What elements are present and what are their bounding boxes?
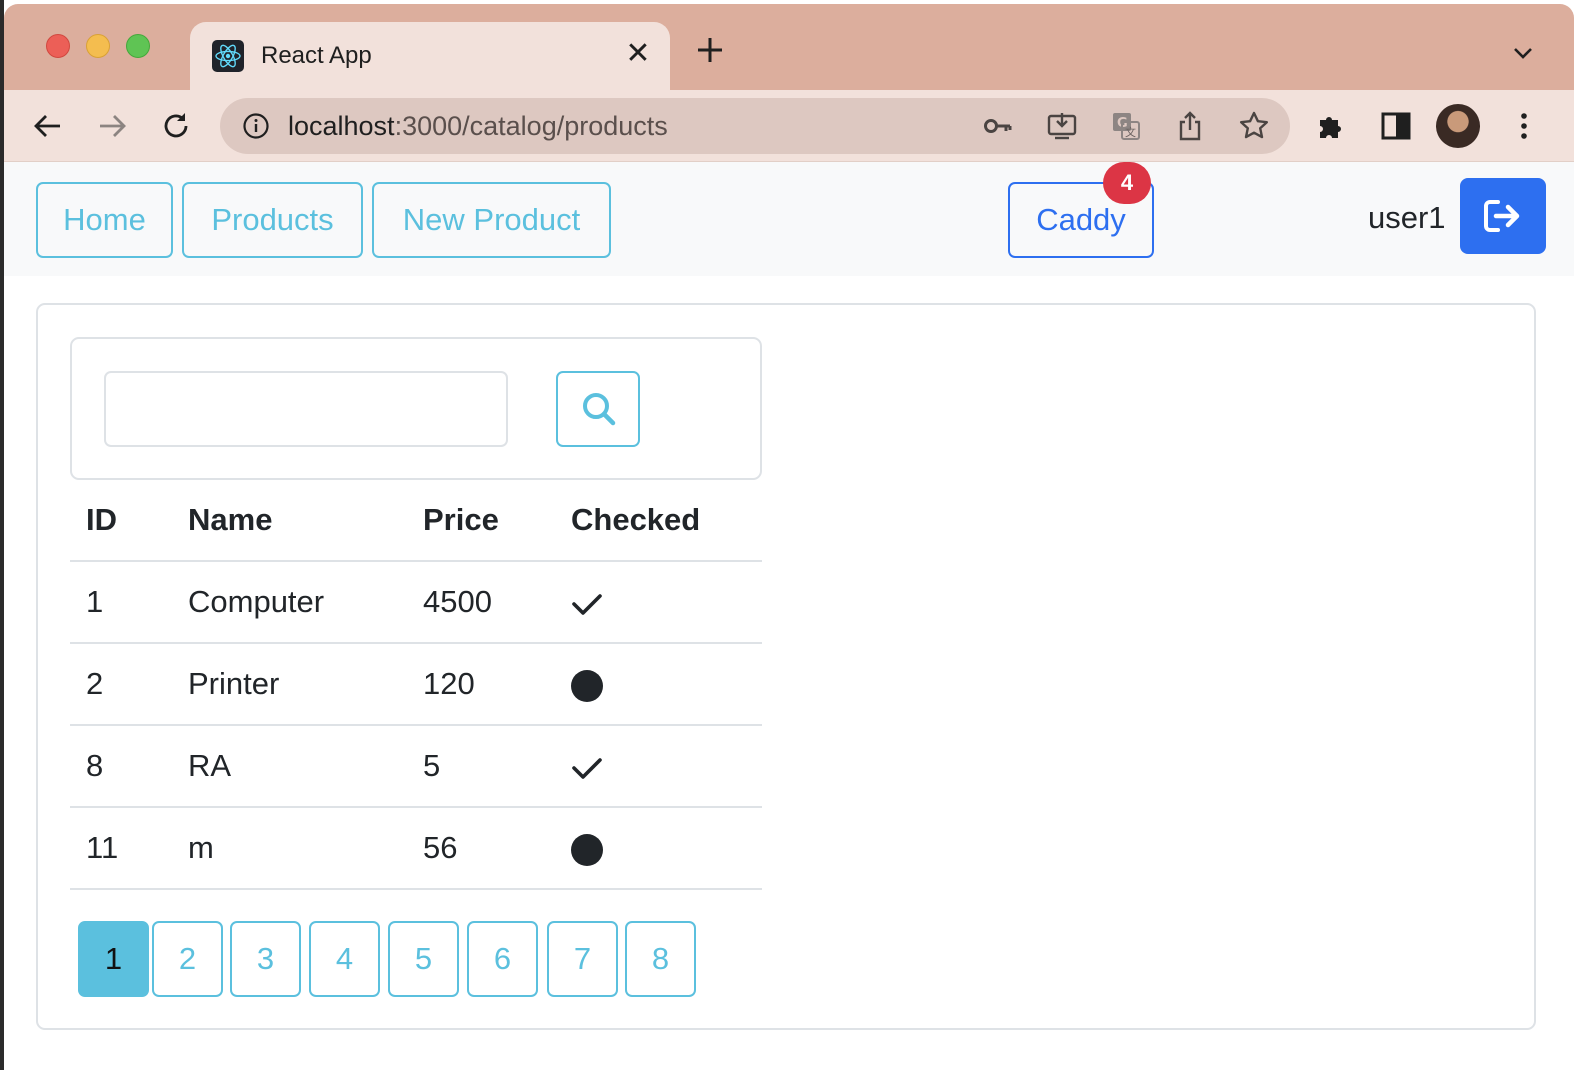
products-card: ID Name Price Checked 1 Computer 4500 2 Prin… [36,303,1536,1030]
cell-name: Computer [172,561,407,644]
nav-products-button[interactable]: Products [182,182,363,258]
unchecked-dot-icon[interactable] [555,643,762,726]
cell-name: Printer [172,643,407,726]
browser-tab[interactable]: React App ✕ [190,22,670,90]
chevron-down-icon[interactable] [1508,38,1538,68]
cell-id: 1 [70,561,172,644]
zoom-window-button[interactable] [126,34,150,58]
url-path: :3000/catalog/products [394,111,668,141]
close-window-button[interactable] [46,34,70,58]
cell-price: 4500 [407,561,555,644]
header-price: Price [407,479,555,562]
url-host: localhost [288,111,395,141]
cell-price: 5 [407,725,555,808]
page-button[interactable]: 6 [467,921,538,997]
side-panel-icon[interactable] [1378,108,1414,144]
table-header-row: ID Name Price Checked [70,479,762,562]
back-arrow-icon[interactable] [30,108,66,144]
reload-icon[interactable] [158,108,194,144]
page-button[interactable]: 8 [625,921,696,997]
header-name: Name [172,479,407,562]
username-label: user1 [1368,200,1446,235]
profile-avatar[interactable] [1436,104,1480,148]
more-options-icon[interactable] [1506,108,1542,144]
table-row: 1 Computer 4500 [70,561,762,644]
search-icon [583,393,616,426]
unchecked-dot-icon[interactable] [555,807,762,890]
page-button[interactable]: 5 [388,921,459,997]
key-icon[interactable] [982,110,1014,142]
bookmark-star-icon[interactable] [1238,110,1270,142]
page-button[interactable]: 1 [78,921,149,997]
table-row: 11 m 56 [70,807,762,890]
install-app-icon[interactable] [1046,110,1078,142]
logout-icon [1484,200,1520,232]
browser-window: React App ✕ localhost:3000/catalog/produ… [4,4,1574,1070]
products-table: ID Name Price Checked 1 Computer 4500 2 Prin… [70,479,762,890]
app-navbar: Home Products New Product Caddy 4 user1 [4,162,1574,276]
header-id: ID [70,479,172,562]
tab-strip: React App ✕ [4,4,1574,90]
cell-id: 8 [70,725,172,808]
browser-toolbar: localhost:3000/catalog/products G文 [4,90,1574,162]
cell-price: 56 [407,807,555,890]
search-button[interactable] [556,371,640,447]
new-tab-icon[interactable] [694,34,726,66]
react-logo-icon [212,40,244,72]
checked-icon[interactable] [555,561,762,644]
search-panel [70,337,762,480]
site-info-icon[interactable] [242,112,270,140]
page-button[interactable]: 3 [230,921,301,997]
url-text: localhost:3000/catalog/products [288,111,668,142]
translate-icon[interactable]: G文 [1110,110,1142,142]
close-tab-icon[interactable]: ✕ [622,38,654,70]
page-button[interactable]: 2 [152,921,223,997]
table-row: 8 RA 5 [70,725,762,808]
checked-icon[interactable] [555,725,762,808]
tab-title: React App [261,42,372,69]
share-icon[interactable] [1174,110,1206,142]
cell-name: m [172,807,407,890]
forward-arrow-icon[interactable] [94,108,130,144]
caddy-count-badge: 4 [1103,162,1151,204]
page-button[interactable]: 7 [547,921,618,997]
cell-price: 120 [407,643,555,726]
header-checked: Checked [555,479,762,562]
table-row: 2 Printer 120 [70,643,762,726]
logout-button[interactable] [1460,178,1546,254]
address-bar[interactable]: localhost:3000/catalog/products G文 [220,98,1290,154]
cell-id: 2 [70,643,172,726]
nav-new-product-button[interactable]: New Product [372,182,611,258]
svg-text:文: 文 [1125,125,1136,139]
cell-id: 11 [70,807,172,890]
minimize-window-button[interactable] [86,34,110,58]
search-input[interactable] [104,371,508,447]
page-button[interactable]: 4 [309,921,380,997]
nav-home-button[interactable]: Home [36,182,173,258]
cell-name: RA [172,725,407,808]
extensions-puzzle-icon[interactable] [1314,108,1350,144]
